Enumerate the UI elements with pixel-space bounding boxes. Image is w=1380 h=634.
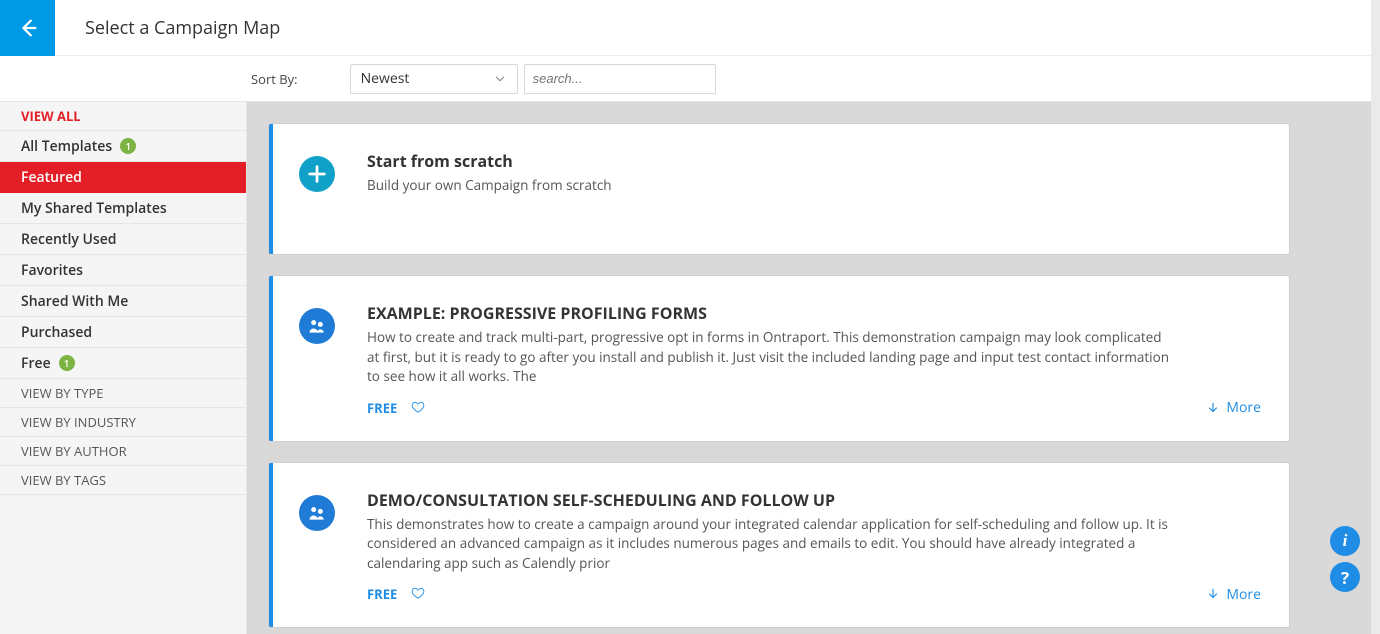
sidebar-item-label: Free: [21, 354, 51, 373]
sidebar-section-author[interactable]: VIEW BY AUTHOR: [0, 437, 246, 466]
sidebar-section-industry[interactable]: VIEW BY INDUSTRY: [0, 408, 246, 437]
sidebar-item-label: Shared With Me: [21, 292, 128, 311]
heart-icon: [411, 586, 425, 600]
card-description: Build your own Campaign from scratch: [367, 176, 1177, 196]
favorite-button[interactable]: [411, 397, 425, 419]
more-link[interactable]: More: [1206, 398, 1261, 417]
sidebar-item-recently-used[interactable]: Recently Used: [0, 224, 246, 255]
badge: 1: [59, 355, 75, 371]
sidebar-item-featured[interactable]: Featured: [0, 162, 246, 193]
help-button[interactable]: ?: [1330, 562, 1360, 592]
people-icon: [299, 308, 335, 344]
info-icon: i: [1343, 531, 1348, 551]
free-tag: FREE: [367, 399, 397, 417]
plus-circle-icon: [299, 156, 335, 192]
sidebar-view-all[interactable]: VIEW ALL: [0, 102, 246, 131]
sidebar-item-favorites[interactable]: Favorites: [0, 255, 246, 286]
card-description: How to create and track multi-part, prog…: [367, 328, 1177, 387]
badge: 1: [120, 138, 136, 154]
template-card-progressive-profiling[interactable]: EXAMPLE: PROGRESSIVE PROFILING FORMS How…: [269, 276, 1289, 441]
more-label: More: [1226, 585, 1261, 604]
free-tag: FREE: [367, 585, 397, 603]
sort-value: Newest: [361, 69, 410, 88]
sidebar-item-label: Favorites: [21, 261, 83, 280]
back-button[interactable]: [0, 0, 55, 56]
card-title: EXAMPLE: PROGRESSIVE PROFILING FORMS: [367, 302, 1261, 324]
sidebar-section-tags[interactable]: VIEW BY TAGS: [0, 466, 246, 495]
template-card-demo-consultation[interactable]: DEMO/CONSULTATION SELF-SCHEDULING AND FO…: [269, 463, 1289, 628]
scrollbar-gutter: [1371, 0, 1380, 634]
arrow-left-icon: [17, 17, 39, 39]
sidebar-item-all-templates[interactable]: All Templates 1: [0, 131, 246, 162]
arrow-down-icon: [1206, 587, 1220, 601]
sidebar-item-label: Recently Used: [21, 230, 116, 249]
more-label: More: [1226, 398, 1261, 417]
sidebar-item-label: Purchased: [21, 323, 92, 342]
sidebar: VIEW ALL All Templates 1 Featured My Sha…: [0, 102, 247, 634]
sidebar-item-free[interactable]: Free 1: [0, 348, 246, 379]
template-card-scratch[interactable]: Start from scratch Build your own Campai…: [269, 124, 1289, 254]
heart-icon: [411, 400, 425, 414]
card-title: DEMO/CONSULTATION SELF-SCHEDULING AND FO…: [367, 489, 1261, 511]
people-icon: [299, 495, 335, 531]
chevron-down-icon: [493, 72, 507, 86]
card-description: This demonstrates how to create a campai…: [367, 515, 1177, 574]
sidebar-item-shared-with-me[interactable]: Shared With Me: [0, 286, 246, 317]
sidebar-item-my-shared-templates[interactable]: My Shared Templates: [0, 193, 246, 224]
page-title: Select a Campaign Map: [85, 16, 280, 40]
sort-by-label: Sort By:: [251, 70, 298, 88]
search-field-wrap[interactable]: [524, 64, 716, 94]
content-area: Start from scratch Build your own Campai…: [247, 102, 1380, 634]
sidebar-item-label: All Templates: [21, 137, 112, 156]
favorite-button[interactable]: [411, 583, 425, 605]
more-link[interactable]: More: [1206, 585, 1261, 604]
sidebar-section-type[interactable]: VIEW BY TYPE: [0, 379, 246, 408]
info-button[interactable]: i: [1330, 526, 1360, 556]
help-icon: ?: [1341, 566, 1349, 589]
search-input[interactable]: [533, 71, 711, 86]
card-title: Start from scratch: [367, 150, 1261, 172]
sort-select[interactable]: Newest: [350, 64, 518, 94]
sidebar-item-label: Featured: [21, 168, 82, 187]
sidebar-item-purchased[interactable]: Purchased: [0, 317, 246, 348]
arrow-down-icon: [1206, 401, 1220, 415]
sidebar-item-label: My Shared Templates: [21, 199, 167, 218]
